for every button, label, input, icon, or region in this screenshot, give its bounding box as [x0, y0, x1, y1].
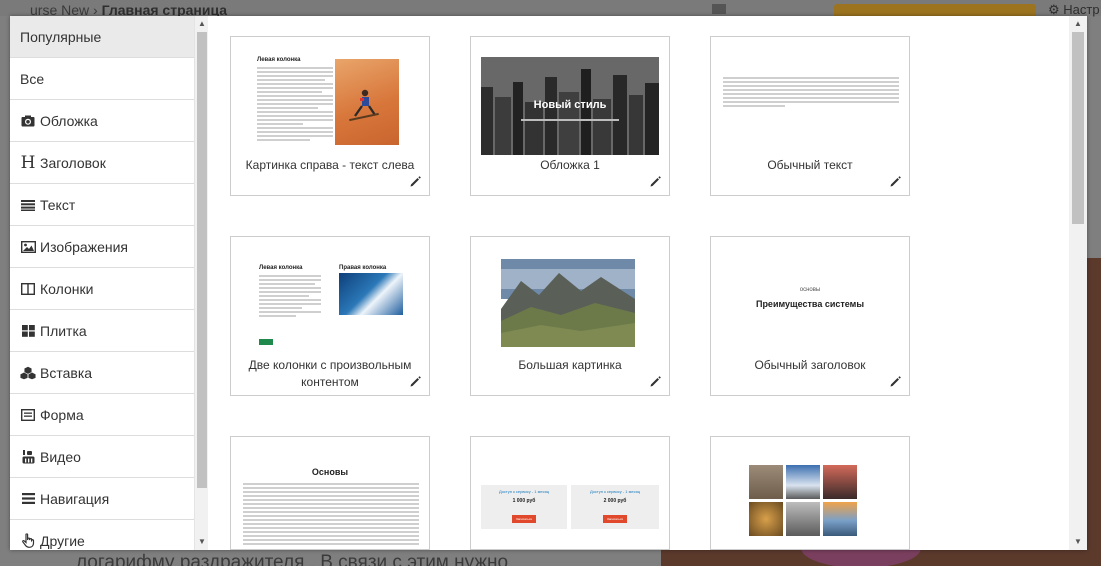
thumb-title: Левая колонка — [257, 57, 301, 63]
thumb-text-lines — [243, 483, 419, 547]
category-label: Заголовок — [40, 154, 106, 171]
category-label: Навигация — [40, 490, 110, 507]
card-caption: Обложка 1 — [540, 158, 600, 172]
thumb-price-card: Доступ к сервису - 1 месяц 2 000 руб Зап… — [571, 485, 659, 529]
block-card[interactable]: Левая колонка Правая колонка Две колонки… — [230, 236, 430, 396]
cubes-icon — [20, 366, 36, 380]
scroll-down-arrow-icon[interactable]: ▼ — [195, 535, 209, 549]
thumb-kicker: основы — [799, 287, 821, 293]
thumb-wave-image — [339, 273, 403, 315]
block-picker-modal: Популярные Все Обложка H Заголовок Текст… — [10, 16, 1087, 550]
category-text[interactable]: Текст — [10, 184, 194, 226]
category-navigation[interactable]: Навигация — [10, 478, 194, 520]
content-scrollbar[interactable]: ▲ ▼ — [1069, 16, 1087, 550]
pencil-icon[interactable] — [650, 376, 661, 387]
thumb-gallery — [749, 465, 861, 537]
form-icon — [20, 408, 36, 421]
card-caption: Обычный заголовок — [754, 358, 866, 372]
thumb-text-lines — [257, 67, 333, 143]
category-label: Колонки — [40, 280, 94, 297]
columns-icon — [20, 282, 36, 295]
category-columns[interactable]: Колонки — [10, 268, 194, 310]
thumb-desert-image — [335, 59, 399, 145]
thumb-text-lines — [723, 77, 899, 109]
category-popular[interactable]: Популярные — [10, 16, 194, 58]
background-orange-button — [834, 4, 1036, 16]
category-label: Другие — [40, 532, 85, 549]
category-label: Вставка — [40, 364, 93, 381]
thumb-subtitle-line — [521, 119, 619, 121]
category-other[interactable]: Другие — [10, 520, 194, 550]
category-tiles[interactable]: Плитка — [10, 310, 194, 352]
block-card[interactable] — [710, 436, 910, 550]
pencil-icon[interactable] — [650, 176, 661, 187]
grid-icon — [20, 324, 36, 337]
background-icon — [712, 4, 726, 14]
category-video[interactable]: Видео — [10, 436, 194, 478]
thumb-text-lines — [259, 275, 321, 319]
pencil-icon[interactable] — [890, 176, 901, 187]
block-card[interactable]: Большая картинка — [470, 236, 670, 396]
category-label: Обложка — [40, 112, 98, 129]
category-label: Все — [20, 70, 45, 87]
gallery-photo — [823, 465, 857, 499]
gallery-photo — [749, 502, 783, 536]
pencil-icon[interactable] — [410, 376, 421, 387]
category-cover[interactable]: Обложка — [10, 100, 194, 142]
thumb-title-right: Правая колонка — [339, 265, 387, 271]
category-label: Текст — [40, 196, 76, 213]
pencil-icon[interactable] — [410, 176, 421, 187]
category-embed[interactable]: Вставка — [10, 352, 194, 394]
thumb-title: Новый стиль — [533, 99, 607, 111]
background-text: логарифму раздражителя . В связи с этим … — [76, 552, 509, 566]
category-form[interactable]: Форма — [10, 394, 194, 436]
category-label: Форма — [40, 406, 84, 423]
hand-pointer-icon — [20, 533, 36, 548]
gallery-photo — [786, 465, 820, 499]
block-card[interactable]: Левая колонка Картинка справа - текст сл… — [230, 36, 430, 196]
block-card[interactable]: Обычный текст — [710, 36, 910, 196]
category-label: Плитка — [40, 322, 87, 339]
thumb-title: Преимущества системы — [755, 299, 865, 309]
gallery-photo — [823, 502, 857, 536]
category-heading[interactable]: H Заголовок — [10, 142, 194, 184]
content-scrollbar-thumb[interactable] — [1072, 32, 1084, 224]
image-icon — [20, 240, 36, 253]
align-justify-icon — [20, 199, 36, 211]
block-card[interactable]: Основы — [230, 436, 430, 550]
thumb-button — [259, 339, 273, 345]
card-caption: Картинка справа - текст слева — [245, 158, 415, 172]
card-caption: Большая картинка — [518, 358, 622, 372]
category-images[interactable]: Изображения — [10, 226, 194, 268]
gallery-photo — [786, 502, 820, 536]
block-card[interactable]: Новый стиль Обложка 1 — [470, 36, 670, 196]
card-caption: Обычный текст — [767, 158, 853, 172]
scroll-down-arrow-icon[interactable]: ▼ — [1071, 535, 1085, 549]
thumb-title: Основы — [311, 467, 349, 477]
scroll-up-arrow-icon[interactable]: ▲ — [195, 17, 209, 31]
block-card[interactable]: Доступ к сервису - 1 месяц 1 000 руб Зап… — [470, 436, 670, 550]
heading-icon: H — [20, 152, 36, 173]
category-label: Видео — [40, 448, 81, 465]
thumb-mountain-image — [501, 259, 635, 347]
category-label: Изображения — [40, 238, 128, 255]
card-caption: Две колонки с произвольным контентом — [248, 358, 412, 389]
category-all[interactable]: Все — [10, 58, 194, 100]
category-label: Популярные — [20, 28, 102, 45]
youtube-icon — [20, 449, 36, 464]
thumb-city-image: Новый стиль — [481, 57, 659, 155]
block-card[interactable]: основы Преимущества системы Обычный заго… — [710, 236, 910, 396]
sidebar-scrollbar[interactable]: ▲ ▼ — [194, 16, 208, 550]
thumb-title-left: Левая колонка — [259, 265, 303, 271]
camera-icon — [20, 115, 36, 127]
scroll-up-arrow-icon[interactable]: ▲ — [1071, 17, 1085, 31]
gallery-photo — [749, 465, 783, 499]
category-sidebar: Популярные Все Обложка H Заголовок Текст… — [10, 16, 194, 550]
pencil-icon[interactable] — [890, 376, 901, 387]
sidebar-scrollbar-thumb[interactable] — [197, 32, 207, 488]
thumb-price-card: Доступ к сервису - 1 месяц 1 000 руб Зап… — [481, 485, 567, 529]
bars-icon — [20, 493, 36, 504]
